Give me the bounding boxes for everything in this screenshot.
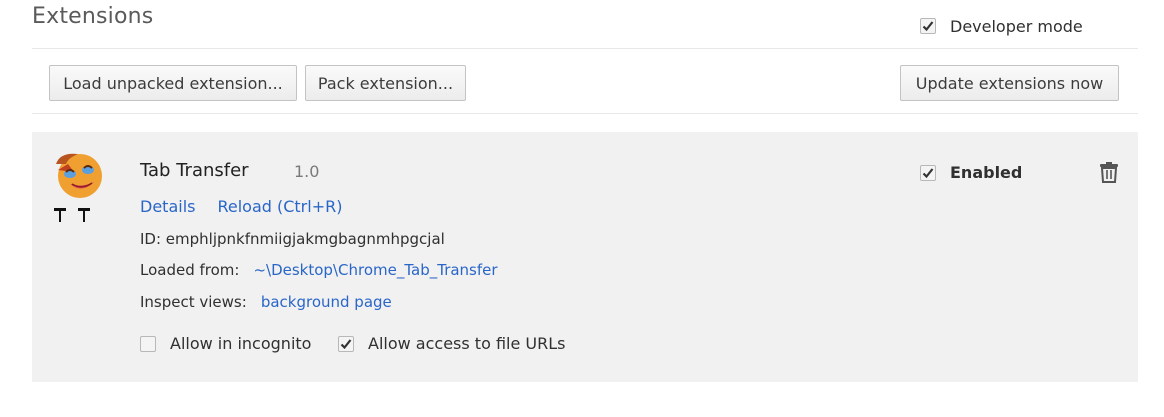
trash-icon[interactable] (1099, 161, 1119, 183)
allow-file-urls-label: Allow access to file URLs (368, 334, 566, 353)
loaded-from-label: Loaded from: (140, 261, 240, 279)
allow-file-urls-checkbox[interactable] (338, 335, 354, 352)
developer-mode-label: Developer mode (950, 16, 1083, 36)
allow-incognito-checkbox[interactable] (140, 335, 156, 352)
divider (32, 113, 1138, 114)
developer-mode-checkbox[interactable] (920, 18, 936, 34)
extension-links: Details Reload (Ctrl+R) (140, 197, 342, 216)
extension-id: ID: emphljpnkfnmiigjakmgbagnmhpgcjal (140, 230, 445, 248)
background-page-link[interactable]: background page (261, 293, 392, 311)
loaded-from-row: Loaded from: ~\Desktop\Chrome_Tab_Transf… (140, 261, 498, 279)
extension-version: 1.0 (294, 162, 320, 181)
allow-incognito-label: Allow in incognito (170, 334, 312, 353)
pack-extension-button[interactable]: Pack extension... (305, 65, 466, 101)
allow-file-urls-option[interactable]: Allow access to file URLs (338, 334, 565, 353)
inspect-views-label: Inspect views: (140, 293, 247, 311)
developer-mode-toggle[interactable]: Developer mode (920, 16, 1083, 36)
extension-name: Tab Transfer (140, 160, 249, 181)
checkmark-icon (340, 338, 352, 349)
load-unpacked-button[interactable]: Load unpacked extension... (49, 65, 297, 101)
inspect-views-row: Inspect views: background page (140, 293, 392, 311)
allow-incognito-option[interactable]: Allow in incognito (140, 334, 311, 353)
enabled-label: Enabled (950, 163, 1023, 182)
checkmark-icon (922, 167, 934, 178)
loaded-from-path-link[interactable]: ~\Desktop\Chrome_Tab_Transfer (253, 261, 497, 279)
enabled-checkbox[interactable] (920, 164, 936, 181)
crying-face-icon (54, 153, 102, 222)
update-extensions-button[interactable]: Update extensions now (900, 65, 1119, 101)
details-link[interactable]: Details (140, 197, 195, 216)
page-title: Extensions (32, 4, 154, 29)
reload-link[interactable]: Reload (Ctrl+R) (217, 197, 342, 216)
divider (32, 48, 1138, 49)
checkmark-icon (922, 21, 934, 32)
enabled-toggle[interactable]: Enabled (920, 163, 1022, 182)
